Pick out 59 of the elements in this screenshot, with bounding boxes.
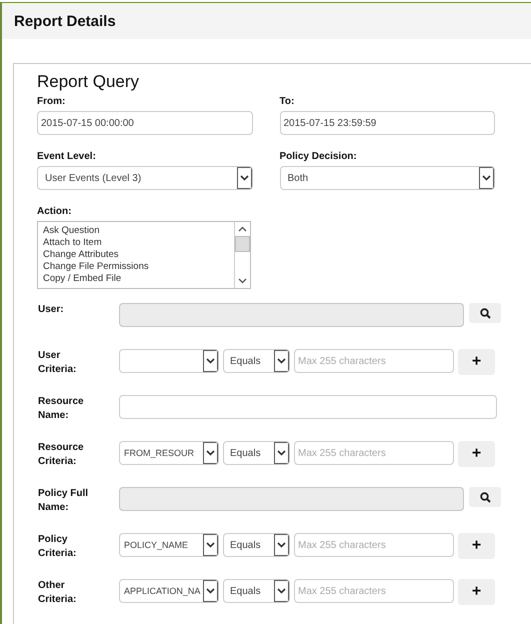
search-button[interactable]	[469, 487, 501, 507]
date-field[interactable]: 2015-07-15 23:59:59	[280, 111, 495, 135]
panel-title: Report Query	[37, 72, 140, 92]
list-option[interactable]: Attach to Item	[43, 237, 229, 249]
chevron-down-icon	[206, 588, 215, 594]
field-label: Resource Name:	[37, 395, 85, 423]
list-option[interactable]: Change File Permissions	[43, 261, 229, 273]
search-button[interactable]	[469, 303, 501, 323]
list-option[interactable]: Copy / Embed File	[43, 273, 229, 285]
field-label: User Criteria:	[37, 349, 78, 377]
add-button[interactable]: +	[458, 441, 495, 467]
chevron-down-icon	[277, 450, 286, 456]
dropdown[interactable]: Both	[280, 166, 495, 190]
chevron-down-icon	[206, 358, 215, 364]
field-label: User:	[37, 303, 65, 317]
field-label: Policy Decision:	[280, 151, 358, 162]
add-button[interactable]: +	[458, 579, 495, 605]
page-title: Report Details	[14, 12, 116, 30]
operator-dropdown[interactable]: Equals	[223, 441, 290, 465]
value-field[interactable]: Max 255 characters	[294, 533, 454, 557]
search-icon	[480, 492, 490, 502]
field-label: From:	[37, 96, 66, 107]
field-label: Policy Criteria:	[37, 533, 78, 561]
value-field[interactable]: Max 255 characters	[294, 349, 454, 373]
add-button[interactable]: +	[458, 349, 495, 375]
chevron-down-icon	[277, 358, 286, 364]
list-option[interactable]: Change Attributes	[43, 249, 229, 261]
field-dropdown[interactable]	[119, 349, 219, 373]
field-label: Policy Full Name:	[37, 487, 90, 515]
scrollbar[interactable]	[234, 222, 250, 288]
dropdown[interactable]: User Events (Level 3)	[37, 166, 252, 190]
field-label: Other Criteria:	[37, 579, 78, 607]
chevron-down-icon	[482, 175, 491, 181]
search-icon	[480, 308, 490, 318]
chevron-down-icon	[277, 588, 286, 594]
field-label: Action:	[37, 206, 72, 217]
field-dropdown[interactable]: APPLICATION_NA	[119, 579, 219, 603]
chevron-down-icon	[240, 175, 248, 181]
text-field[interactable]	[119, 395, 497, 419]
operator-dropdown[interactable]: Equals	[223, 349, 290, 373]
chevron-up-icon	[238, 226, 247, 232]
add-button[interactable]: +	[458, 533, 495, 559]
field-dropdown[interactable]: FROM_RESOUR	[119, 441, 219, 465]
scroll-thumb[interactable]	[235, 236, 250, 252]
field-label: Resource Criteria:	[37, 441, 85, 469]
action-listbox[interactable]: Ask Question Attach to Item Change Attributes Change File Permissions Copy / Embed File	[37, 221, 251, 289]
list-option[interactable]: Ask Question	[43, 225, 229, 237]
chevron-down-icon	[206, 450, 215, 456]
chevron-down-icon	[206, 542, 215, 548]
operator-dropdown[interactable]: Equals	[223, 533, 290, 557]
chevron-down-icon	[238, 278, 247, 284]
operator-dropdown[interactable]: Equals	[223, 579, 290, 603]
chevron-down-icon	[277, 542, 286, 548]
field-label: To:	[280, 96, 296, 107]
field-dropdown[interactable]: POLICY_NAME	[119, 533, 219, 557]
value-field[interactable]: Max 255 characters	[294, 441, 454, 465]
date-field[interactable]: 2015-07-15 00:00:00	[37, 111, 252, 135]
value-field[interactable]: Max 255 characters	[294, 579, 454, 603]
field-label: Event Level:	[37, 151, 97, 162]
